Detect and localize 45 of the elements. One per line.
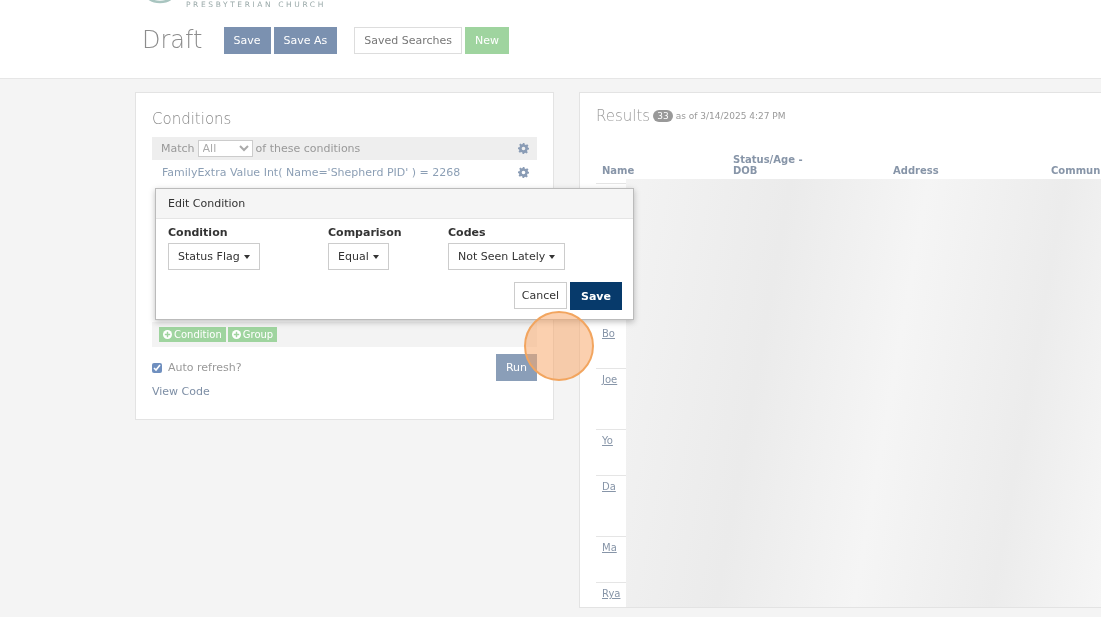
- field-label: Condition: [168, 226, 229, 239]
- dropdown-button[interactable]: Not Seen Lately: [448, 243, 566, 270]
- name-link[interactable]: Bo: [602, 328, 615, 339]
- match-suffix: of these conditions: [255, 142, 361, 155]
- caret-icon: [243, 254, 250, 259]
- plus-icon: [163, 330, 172, 339]
- header-button[interactable]: Save As: [273, 26, 338, 54]
- settings-icon[interactable]: [518, 143, 529, 154]
- add-button[interactable]: Group: [227, 327, 278, 342]
- column-header[interactable]: Name: [602, 165, 692, 176]
- match-label: Match: [161, 142, 195, 155]
- name-link[interactable]: Ma: [602, 542, 617, 553]
- add-button[interactable]: Condition: [159, 327, 226, 342]
- name-link[interactable]: Rya: [602, 588, 621, 599]
- header-button[interactable]: Saved Searches: [354, 26, 463, 54]
- field-label: Comparison: [328, 226, 403, 239]
- column-header[interactable]: Status/Age - DOB: [733, 154, 823, 176]
- dropdown-button[interactable]: Status Flag: [168, 243, 260, 270]
- field-label: Codes: [448, 226, 487, 239]
- name-link[interactable]: Da: [602, 481, 616, 492]
- dropdown-button[interactable]: Equal: [328, 243, 389, 270]
- caret-icon: [549, 254, 556, 259]
- page-title: Draft: [142, 26, 203, 54]
- timestamp: as of 3/14/2025 4:27 PM: [675, 111, 786, 121]
- caret-icon: [372, 254, 379, 259]
- save-button[interactable]: Save: [570, 282, 622, 310]
- condition-text[interactable]: FamilyExtra Value Int( Name='Shepherd PID' ) = 2268: [162, 165, 461, 179]
- cancel-button[interactable]: Cancel: [513, 282, 567, 309]
- settings-icon[interactable]: [518, 166, 529, 178]
- results-title: Results: [596, 107, 651, 125]
- view-code-link[interactable]: View Code: [152, 385, 537, 398]
- panel-title: Conditions: [152, 110, 233, 128]
- header-button[interactable]: Save: [223, 26, 271, 54]
- name-link[interactable]: Yo: [602, 435, 613, 446]
- count-badge: 33: [653, 110, 673, 122]
- name-link[interactable]: Joe: [602, 374, 618, 385]
- match-dropdown[interactable]: All: [197, 140, 253, 157]
- auto-refresh-checkbox[interactable]: [152, 362, 162, 373]
- header-button[interactable]: New: [465, 26, 510, 54]
- dialog-title: Edit Condition: [156, 189, 633, 219]
- plus-icon: [231, 330, 241, 339]
- run-button[interactable]: Run: [495, 354, 537, 381]
- column-header[interactable]: Commun: [1051, 165, 1101, 176]
- auto-refresh-label: Auto refresh?: [168, 361, 242, 374]
- column-header[interactable]: Address: [893, 165, 983, 176]
